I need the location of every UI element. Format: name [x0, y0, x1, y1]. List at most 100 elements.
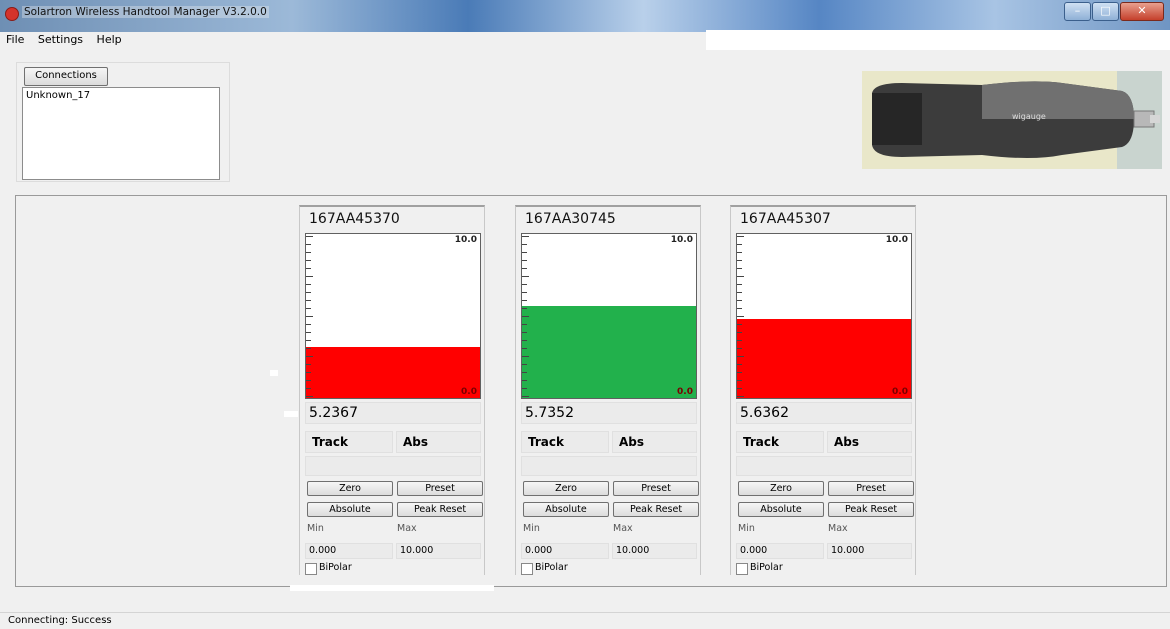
preset-button[interactable]: Preset — [397, 481, 483, 496]
zero-button[interactable]: Zero — [307, 481, 393, 496]
gauge-bar: 10.0 0.0 — [736, 233, 912, 399]
menu-bar: File Settings Help — [0, 32, 706, 50]
mode-abs-field[interactable]: Abs — [827, 431, 912, 453]
status-bar: Connecting: Success — [0, 612, 1170, 626]
gauge-tick — [522, 324, 527, 325]
title-bar: Solartron Wireless Handtool Manager V3.2… — [0, 0, 1170, 32]
gauge-tick — [522, 372, 527, 373]
mode-abs-field[interactable]: Abs — [396, 431, 481, 453]
absolute-button[interactable]: Absolute — [307, 502, 393, 517]
gauge-tick — [737, 252, 742, 253]
gauge-tick — [737, 340, 742, 341]
scale-min-label: 0.0 — [892, 387, 908, 397]
connection-item[interactable]: Unknown_17 — [23, 88, 219, 103]
gauge-tick — [306, 252, 311, 253]
mode-track-field[interactable]: Track — [305, 431, 393, 453]
gauge-tick — [737, 396, 744, 397]
device-brand-label: wigauge — [1012, 112, 1046, 121]
bipolar-checkbox[interactable] — [305, 563, 317, 575]
peak-reset-button[interactable]: Peak Reset — [828, 502, 914, 517]
app-icon — [5, 7, 19, 21]
gauge-tick — [522, 300, 527, 301]
gauge-tick — [306, 268, 311, 269]
gauge-tick — [306, 372, 311, 373]
gauge-tick — [737, 268, 742, 269]
bipolar-label: BiPolar — [535, 562, 568, 573]
gauge-tick — [737, 388, 742, 389]
maximize-button[interactable]: □ — [1092, 2, 1119, 21]
gauge-ticks — [522, 236, 529, 397]
gauge-tick — [737, 324, 742, 325]
gauge-tick — [522, 308, 527, 309]
gauge-card: 167AA45370 10.0 0.0 5.2367 Track Abs Zero Prese… — [299, 205, 485, 575]
gauge-bar: 10.0 0.0 — [305, 233, 481, 399]
gauge-tick — [522, 356, 529, 357]
max-value-input[interactable]: 10.000 — [612, 543, 697, 559]
scale-min-label: 0.0 — [461, 387, 477, 397]
gauge-tick — [737, 332, 742, 333]
gauge-tick — [306, 276, 313, 277]
gauge-tick — [522, 316, 529, 317]
absolute-button[interactable]: Absolute — [523, 502, 609, 517]
menu-help[interactable]: Help — [93, 32, 126, 48]
min-value-input[interactable]: 0.000 — [305, 543, 393, 559]
maximize-icon: □ — [1100, 4, 1111, 17]
zero-button[interactable]: Zero — [738, 481, 824, 496]
minimize-icon: – — [1074, 4, 1081, 17]
mode-abs-field[interactable]: Abs — [612, 431, 697, 453]
gauge-ticks — [306, 236, 313, 397]
gauge-tick — [306, 236, 313, 237]
gauge-tick — [737, 236, 744, 237]
peak-reset-button[interactable]: Peak Reset — [613, 502, 699, 517]
close-button[interactable]: ✕ — [1120, 2, 1164, 21]
absolute-button[interactable]: Absolute — [738, 502, 824, 517]
gauge-tick — [522, 276, 529, 277]
gauge-tick — [737, 372, 742, 373]
min-value-input[interactable]: 0.000 — [736, 543, 824, 559]
gauge-tick — [306, 300, 311, 301]
mode-track-field[interactable]: Track — [521, 431, 609, 453]
menu-bar-blank — [706, 30, 1170, 50]
gauge-id: 167AA30745 — [525, 211, 616, 227]
gauge-tick — [737, 244, 742, 245]
gauge-tick — [737, 380, 742, 381]
preset-button[interactable]: Preset — [613, 481, 699, 496]
gauge-tick — [306, 332, 311, 333]
gauge-tick — [522, 236, 529, 237]
gauge-tick — [522, 292, 527, 293]
max-value-input[interactable]: 10.000 — [827, 543, 912, 559]
bipolar-checkbox[interactable] — [521, 563, 533, 575]
bipolar-checkbox[interactable] — [736, 563, 748, 575]
gauge-tick — [306, 316, 313, 317]
menu-settings[interactable]: Settings — [34, 32, 87, 48]
status-text: Connecting: Success — [8, 615, 112, 626]
gauge-fill — [306, 347, 480, 398]
max-label: Max — [613, 523, 633, 534]
max-label: Max — [397, 523, 417, 534]
gauge-tick — [737, 316, 744, 317]
gauge-tick — [737, 300, 742, 301]
gauge-tick — [306, 324, 311, 325]
gauge-tick — [522, 332, 527, 333]
gauge-tick — [522, 364, 527, 365]
max-value-input[interactable]: 10.000 — [396, 543, 481, 559]
connections-button[interactable]: Connections — [24, 67, 108, 86]
window-controls: – □ ✕ — [1063, 2, 1164, 21]
connections-list[interactable]: Unknown_17 — [22, 87, 220, 180]
menu-file[interactable]: File — [2, 32, 28, 48]
gauge-tick — [522, 268, 527, 269]
minimize-button[interactable]: – — [1064, 2, 1091, 21]
mode-track-field[interactable]: Track — [736, 431, 824, 453]
zero-button[interactable]: Zero — [523, 481, 609, 496]
gauge-info-field — [305, 456, 481, 476]
gauge-tick — [306, 348, 311, 349]
min-value-input[interactable]: 0.000 — [521, 543, 609, 559]
gauge-value: 5.6362 — [736, 402, 912, 424]
gauge-tick — [737, 308, 742, 309]
gauge-tick — [522, 388, 527, 389]
bipolar-label: BiPolar — [319, 562, 352, 573]
preset-button[interactable]: Preset — [828, 481, 914, 496]
gauge-tick — [306, 308, 311, 309]
gauge-info-field — [521, 456, 697, 476]
peak-reset-button[interactable]: Peak Reset — [397, 502, 483, 517]
